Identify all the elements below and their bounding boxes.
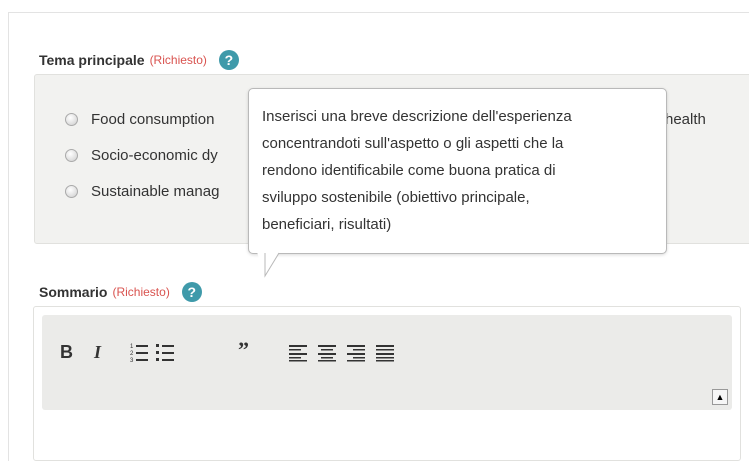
- blockquote-icon[interactable]: ”: [238, 337, 249, 362]
- rich-text-editor[interactable]: B I 1 2 3 ” ▲: [33, 306, 741, 461]
- tooltip-line: sviluppo sostenibile (obiettivo principa…: [262, 189, 530, 206]
- svg-text:3: 3: [130, 358, 134, 363]
- radio-option-food-consumption[interactable]: Food consumption: [65, 111, 214, 128]
- help-icon[interactable]: ?: [181, 282, 202, 302]
- required-indicator: (Richiesto): [112, 285, 170, 299]
- bold-icon[interactable]: B: [60, 341, 73, 363]
- align-justify-icon[interactable]: [374, 341, 396, 363]
- align-right-icon[interactable]: [345, 341, 367, 363]
- radio-option-sustainable-management[interactable]: Sustainable manag: [65, 183, 219, 200]
- align-center-icon[interactable]: [316, 341, 338, 363]
- radio-button[interactable]: [65, 149, 78, 162]
- unordered-list-icon[interactable]: [154, 341, 176, 363]
- tooltip-line: Inserisci una breve descrizione dell'esp…: [262, 108, 572, 125]
- radio-option-socio-economic[interactable]: Socio-economic dy: [65, 147, 218, 164]
- radio-button[interactable]: [65, 185, 78, 198]
- ordered-list-icon[interactable]: 1 2 3: [128, 341, 150, 363]
- tooltip-pointer: [257, 252, 280, 278]
- sommario-label: Sommario (Richiesto) ?: [39, 282, 202, 302]
- help-tooltip: Inserisci una breve descrizione dell'esp…: [248, 88, 667, 254]
- align-left-icon[interactable]: [287, 341, 309, 363]
- radio-button[interactable]: [65, 113, 78, 126]
- tooltip-line: concentrandoti sull'aspetto o gli aspett…: [262, 135, 564, 152]
- radio-label-partial: health: [665, 111, 706, 128]
- editor-toolbar: B I 1 2 3 ” ▲: [42, 315, 732, 410]
- svg-text:1: 1: [130, 344, 134, 350]
- scroll-up-button[interactable]: ▲: [712, 389, 728, 405]
- radio-label: Sustainable manag: [91, 183, 220, 200]
- tooltip-line: rendono identificabile come buona pratic…: [262, 162, 556, 179]
- italic-icon[interactable]: I: [94, 341, 101, 363]
- required-indicator: (Richiesto): [149, 53, 207, 67]
- sommario-label-text: Sommario: [39, 284, 108, 300]
- svg-text:2: 2: [130, 351, 134, 357]
- help-icon[interactable]: ?: [218, 50, 239, 70]
- tooltip-line: beneficiari, risultati): [262, 216, 392, 233]
- tema-principale-label: Tema principale (Richiesto) ?: [39, 50, 239, 70]
- radio-label: Food consumption: [91, 111, 215, 128]
- radio-label: Socio-economic dy: [91, 147, 218, 164]
- tema-label-text: Tema principale: [39, 52, 145, 68]
